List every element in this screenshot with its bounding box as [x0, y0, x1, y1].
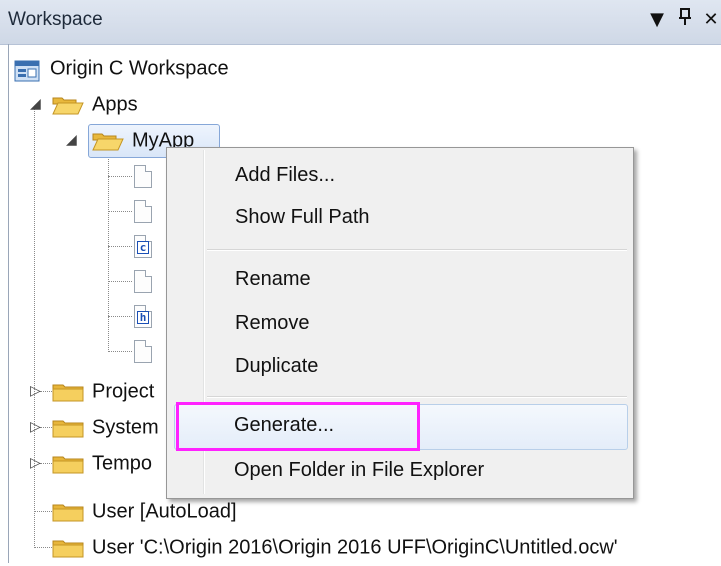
tree-connector [108, 176, 132, 177]
tree-connector [108, 211, 132, 212]
expanded-triangle-icon[interactable]: ◢ [30, 86, 41, 122]
tree-label: System [92, 416, 159, 439]
c-source-file-icon[interactable]: c [134, 235, 152, 258]
tree-connector [108, 281, 132, 282]
collapsed-triangle-icon[interactable]: ▷ [30, 373, 41, 409]
close-icon[interactable]: ✕ [700, 8, 721, 32]
tree-connector [108, 351, 132, 352]
tree-connector [34, 511, 52, 512]
menu-item-duplicate[interactable]: Duplicate [235, 354, 318, 378]
tree-item-user-path[interactable]: User 'C:\Origin 2016\Origin 2016 UFF\Ori… [52, 529, 618, 565]
folder-icon [52, 382, 84, 402]
tree-connector [108, 316, 132, 317]
tree-label: Apps [92, 93, 138, 116]
folder-icon [52, 502, 84, 522]
folder-icon [52, 454, 84, 474]
annotation-highlight-box [176, 402, 420, 451]
file-icon[interactable] [134, 165, 152, 188]
tree-item-apps[interactable]: Apps [52, 86, 138, 122]
workspace-icon [14, 58, 40, 82]
tree-connector [34, 108, 35, 548]
tree-label: User [AutoLoad] [92, 500, 237, 523]
tree-connector [40, 391, 52, 392]
tree-connector [108, 246, 132, 247]
expanded-triangle-icon[interactable]: ◢ [66, 122, 77, 158]
open-folder-icon [92, 131, 124, 151]
panel-title-bar: Workspace ▼ ✕ [0, 0, 721, 45]
tree-label: Origin C Workspace [50, 57, 229, 80]
menu-item-show-full-path[interactable]: Show Full Path [235, 205, 370, 229]
menu-item-remove[interactable]: Remove [235, 311, 309, 335]
file-icon[interactable] [134, 340, 152, 363]
h-header-file-icon[interactable]: h [134, 305, 152, 328]
folder-icon [52, 418, 84, 438]
tree-connector [108, 150, 109, 350]
tree-label: Tempo [92, 452, 153, 475]
menu-item-open-folder-in-file-explorer[interactable]: Open Folder in File Explorer [234, 458, 484, 482]
file-icon[interactable] [134, 200, 152, 223]
folder-icon [52, 538, 84, 558]
tree-label: User 'C:\Origin 2016\Origin 2016 UFF\Ori… [92, 536, 618, 559]
tree-item-system[interactable]: System [52, 409, 159, 445]
tree-connector [40, 427, 52, 428]
collapsed-triangle-icon[interactable]: ▷ [30, 409, 41, 445]
pane-left-border [8, 44, 9, 563]
tree-label: Project [92, 380, 155, 403]
menu-item-rename[interactable]: Rename [235, 267, 311, 291]
tree-connector [40, 463, 52, 464]
dropdown-arrow-icon[interactable]: ▼ [646, 8, 668, 32]
menu-separator [207, 249, 627, 251]
panel-title: Workspace [8, 9, 103, 30]
collapsed-triangle-icon[interactable]: ▷ [30, 445, 41, 481]
tree-item-project[interactable]: Project [52, 373, 154, 409]
pin-icon[interactable] [674, 8, 696, 33]
tree-item-origin-c-workspace[interactable]: Origin C Workspace [14, 50, 229, 86]
open-folder-icon [52, 95, 84, 115]
menu-item-add-files[interactable]: Add Files... [235, 163, 335, 187]
menu-separator [207, 396, 627, 398]
file-icon[interactable] [134, 270, 152, 293]
tree-connector [34, 547, 52, 548]
tree-item-temporary[interactable]: Tempo [52, 445, 152, 481]
